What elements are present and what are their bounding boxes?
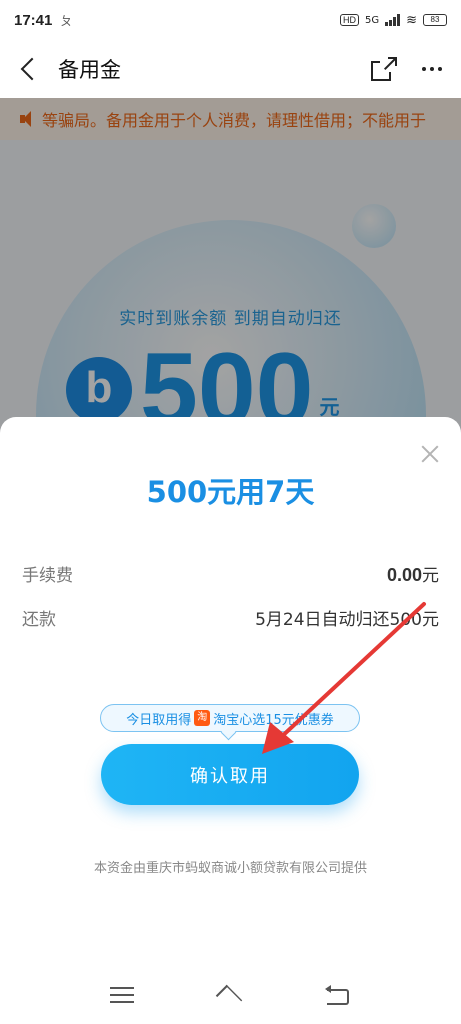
fee-unit: 元	[422, 566, 439, 586]
return-icon[interactable]	[324, 985, 351, 1005]
share-icon[interactable]	[367, 54, 397, 84]
confirm-button[interactable]: 确认取用	[101, 744, 359, 805]
hd-icon: HD	[339, 14, 359, 26]
page-title: 备用金	[58, 58, 121, 82]
system-nav-bar	[0, 966, 461, 1024]
status-bar: 17:41 ㄆ HD 5G ≋ 83	[0, 0, 461, 40]
fee-value: 0.00元	[387, 561, 439, 586]
app-header: 备用金	[0, 40, 461, 98]
promo-prefix: 今日取用得	[126, 712, 192, 728]
confirm-sheet: 500元用7天 手续费 0.00元 还款 5月24日自动归还500元 今日取用得…	[0, 417, 461, 1024]
status-indicators: HD 5G ≋ 83	[339, 12, 447, 28]
back-icon[interactable]	[16, 55, 44, 83]
notification-icon: ㄆ	[60, 13, 73, 28]
fee-amount: 0.00	[386, 565, 422, 585]
wifi-icon: ≋	[406, 12, 417, 28]
promo-suffix: 淘宝心选15元优惠券	[213, 712, 334, 728]
network-type: 5G	[364, 14, 380, 26]
menu-icon[interactable]	[110, 987, 135, 1003]
more-icon[interactable]	[419, 56, 445, 82]
promo-tooltip: 今日取用得 淘 淘宝心选15元优惠券	[100, 704, 360, 732]
close-icon[interactable]	[419, 443, 441, 465]
signal-icon	[385, 14, 401, 26]
lender-note: 本资金由重庆市蚂蚁商诚小额贷款有限公司提供	[93, 861, 367, 876]
repay-label: 还款	[22, 610, 56, 630]
sheet-title: 500元用7天	[146, 475, 315, 509]
fee-label: 手续费	[22, 566, 73, 586]
taobao-icon: 淘	[194, 710, 211, 726]
home-icon[interactable]	[214, 984, 244, 1006]
fee-row: 手续费 0.00元	[22, 561, 439, 586]
repay-value: 5月24日自动归还500元	[255, 610, 439, 630]
status-time: 17:41	[14, 11, 53, 29]
repay-row: 还款 5月24日自动归还500元	[22, 605, 439, 630]
battery-icon: 83	[423, 14, 447, 26]
